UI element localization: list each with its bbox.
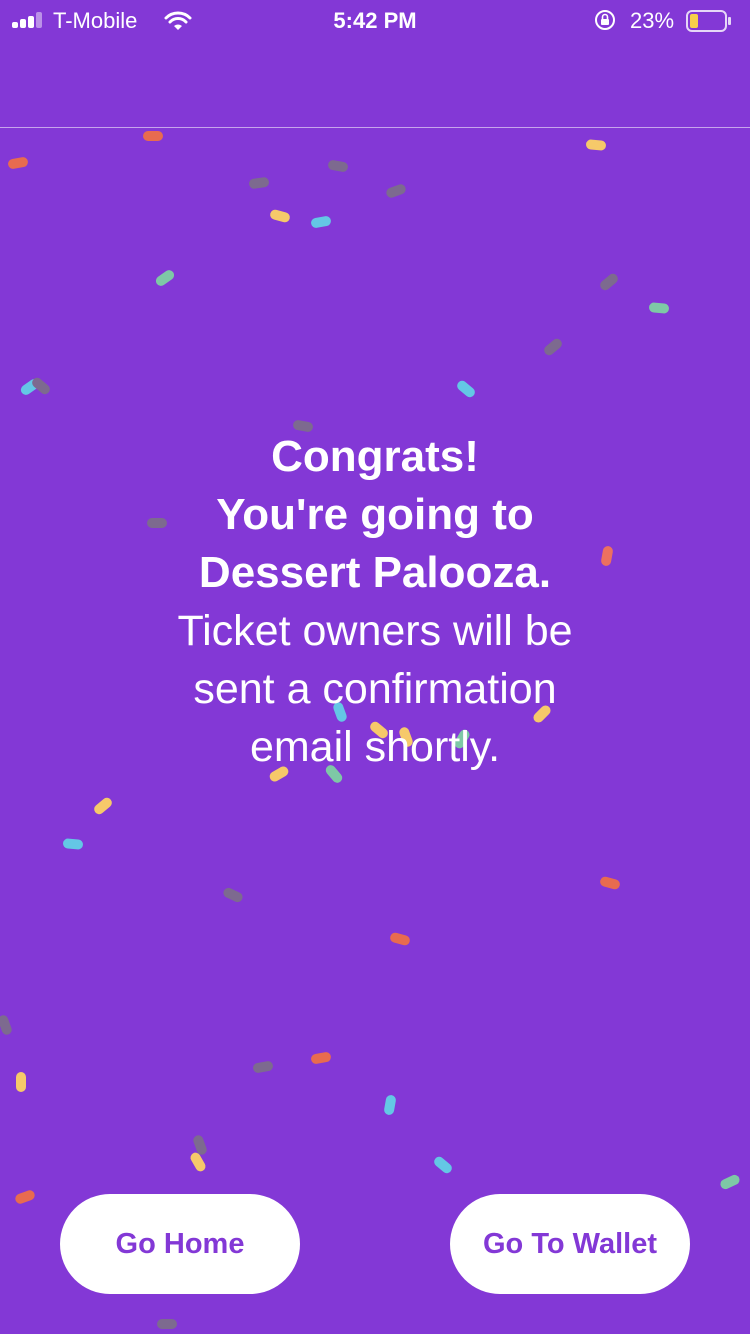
confetti-piece [8, 157, 28, 169]
nav-divider [0, 127, 750, 128]
confetti-piece [143, 131, 163, 141]
confetti-piece [0, 1015, 12, 1035]
go-to-wallet-button[interactable]: Go To Wallet [450, 1194, 690, 1294]
confetti-piece [384, 1095, 396, 1115]
confetti-piece [328, 160, 348, 172]
confetti-piece [600, 876, 620, 890]
confetti-piece [270, 209, 290, 223]
confetti-piece [20, 379, 40, 395]
confetti-piece [193, 1135, 207, 1155]
confetti-piece [390, 932, 410, 946]
congrats-title: Congrats! [271, 432, 479, 481]
confetti-piece [544, 338, 562, 356]
battery-icon [686, 10, 731, 32]
confetti-piece [311, 1052, 331, 1064]
confirmation-text-2: sent a confirmation [193, 665, 557, 713]
confetti-piece [32, 377, 50, 395]
confetti-piece [434, 1156, 452, 1174]
confetti-piece [249, 177, 269, 189]
confetti-piece [386, 184, 406, 198]
confirmation-text-1: Ticket owners will be [177, 607, 573, 655]
confirmation-text-3: email shortly. [249, 723, 501, 771]
confetti-piece [649, 302, 669, 314]
confetti-piece [253, 1061, 273, 1073]
battery-percentage: 23% [630, 8, 675, 33]
confetti-piece [155, 270, 175, 286]
confetti-piece [157, 1319, 177, 1329]
confetti-piece [223, 887, 243, 903]
congrats-line-going: You're going to [216, 490, 534, 539]
go-home-button[interactable]: Go Home [60, 1194, 300, 1294]
congrats-message: Congrats! You're going to Dessert Palooz… [75, 428, 675, 776]
status-bar: T-Mobile 5:42 PM 23% [0, 0, 750, 40]
confetti-piece [63, 838, 83, 850]
confetti-piece [720, 1174, 740, 1190]
orientation-lock-icon [595, 10, 615, 30]
confetti-piece [600, 273, 618, 291]
confetti-piece [457, 380, 475, 398]
confetti-piece [15, 1190, 35, 1204]
event-name: Dessert Palooza. [198, 548, 552, 597]
confetti-piece [94, 797, 112, 815]
confetti-piece [16, 1072, 26, 1092]
confetti-piece [190, 1152, 206, 1172]
confetti-piece [586, 139, 606, 151]
confetti-piece [311, 216, 331, 228]
